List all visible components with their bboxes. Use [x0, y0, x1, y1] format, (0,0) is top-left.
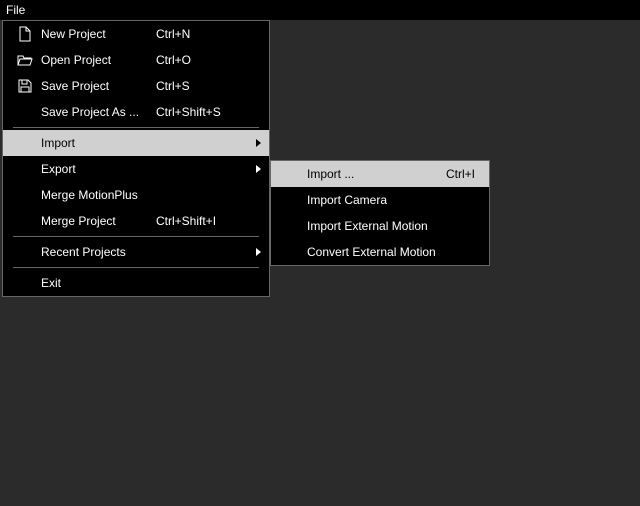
menubar: File: [0, 0, 640, 20]
new-file-icon: [9, 26, 41, 42]
menu-item-label: Import ...: [307, 167, 425, 181]
menu-item-save-project-as[interactable]: Save Project As ... Ctrl+Shift+S: [3, 99, 269, 125]
menu-separator: [13, 267, 259, 268]
menu-item-label: Save Project As ...: [41, 105, 156, 119]
menu-item-label: Merge Project: [41, 214, 156, 228]
menu-item-shortcut: Ctrl+O: [156, 53, 247, 67]
menu-item-label: Convert External Motion: [307, 245, 436, 259]
menu-item-shortcut: Ctrl+Shift+S: [156, 105, 247, 119]
menu-separator: [13, 127, 259, 128]
menu-item-label: Save Project: [41, 79, 156, 93]
menu-separator: [13, 236, 259, 237]
menubar-file[interactable]: File: [0, 0, 33, 20]
submenu-arrow-icon: [247, 245, 261, 259]
menu-item-label: Export: [41, 162, 156, 176]
file-menu: New Project Ctrl+N Open Project Ctrl+O S…: [2, 20, 270, 297]
import-submenu: Import ... Ctrl+I Import Camera Import E…: [270, 160, 490, 266]
submenu-item-import-external-motion[interactable]: Import External Motion: [271, 213, 489, 239]
menu-item-label: New Project: [41, 27, 156, 41]
menu-item-shortcut: Ctrl+Shift+I: [156, 214, 247, 228]
menu-item-shortcut: Ctrl+S: [156, 79, 247, 93]
folder-open-icon: [9, 53, 41, 67]
menu-item-exit[interactable]: Exit: [3, 270, 269, 296]
submenu-item-convert-external-motion[interactable]: Convert External Motion: [271, 239, 489, 265]
menu-item-label: Import: [41, 136, 156, 150]
menu-item-label: Import Camera: [307, 193, 425, 207]
menu-item-new-project[interactable]: New Project Ctrl+N: [3, 21, 269, 47]
menu-item-save-project[interactable]: Save Project Ctrl+S: [3, 73, 269, 99]
submenu-arrow-icon: [247, 136, 261, 150]
menu-item-export[interactable]: Export: [3, 156, 269, 182]
menu-item-label: Open Project: [41, 53, 156, 67]
submenu-arrow-icon: [247, 162, 261, 176]
menu-item-label: Exit: [41, 276, 156, 290]
menu-item-label: Merge MotionPlus: [41, 188, 156, 202]
menu-item-open-project[interactable]: Open Project Ctrl+O: [3, 47, 269, 73]
submenu-item-import-camera[interactable]: Import Camera: [271, 187, 489, 213]
menu-item-shortcut: Ctrl+I: [425, 167, 481, 181]
menu-item-merge-project[interactable]: Merge Project Ctrl+Shift+I: [3, 208, 269, 234]
menu-item-recent-projects[interactable]: Recent Projects: [3, 239, 269, 265]
submenu-item-import[interactable]: Import ... Ctrl+I: [271, 161, 489, 187]
menu-item-shortcut: Ctrl+N: [156, 27, 247, 41]
menu-item-label: Import External Motion: [307, 219, 428, 233]
save-icon: [9, 79, 41, 93]
menu-item-label: Recent Projects: [41, 245, 156, 259]
menu-item-import[interactable]: Import: [3, 130, 269, 156]
menu-item-merge-motionplus[interactable]: Merge MotionPlus: [3, 182, 269, 208]
